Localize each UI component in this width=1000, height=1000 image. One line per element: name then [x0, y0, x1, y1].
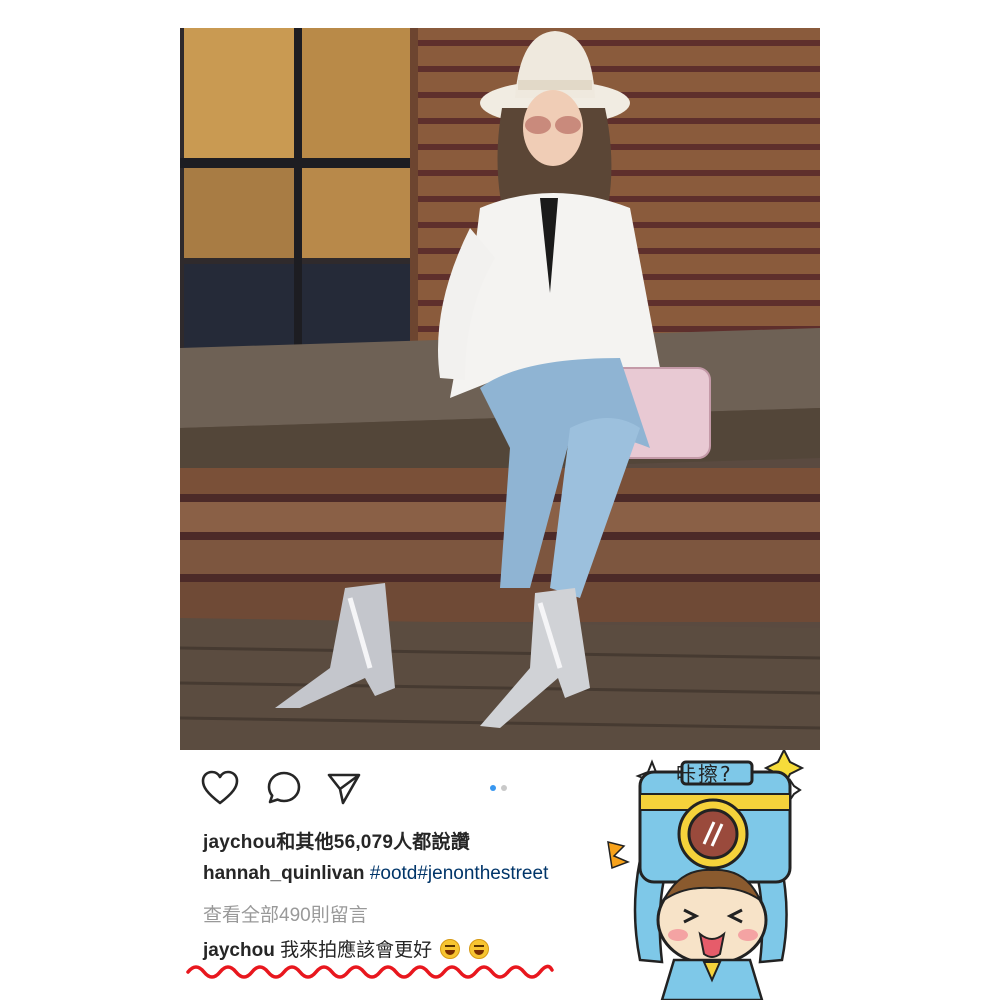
share-icon[interactable] [324, 768, 364, 808]
caption-username[interactable]: hannah_quinlivan [203, 863, 365, 884]
carousel-dot [501, 785, 507, 791]
view-all-comments-link[interactable]: 查看全部490則留言 [203, 900, 368, 927]
carousel-indicator [490, 785, 507, 791]
laughing-emoji-icon [440, 939, 461, 959]
post-photo[interactable] [180, 28, 820, 750]
post-action-bar [200, 768, 620, 808]
carousel-dot-active [490, 785, 496, 791]
caption-hashtags[interactable]: #ootd#jenonthestreet [370, 863, 549, 884]
sticker-caption: 咔擦? [676, 762, 733, 786]
post-caption: hannah_quinlivan #ootd#jenonthestreet [203, 863, 548, 885]
cartoon-camera-sticker [607, 750, 805, 1000]
red-squiggle-underline [186, 964, 554, 979]
likes-count[interactable]: jaychou和其他56,079人都說讚 [203, 827, 470, 854]
comment-icon[interactable] [264, 768, 304, 808]
laughing-emoji-icon [468, 939, 489, 959]
heart-icon[interactable] [200, 768, 240, 808]
